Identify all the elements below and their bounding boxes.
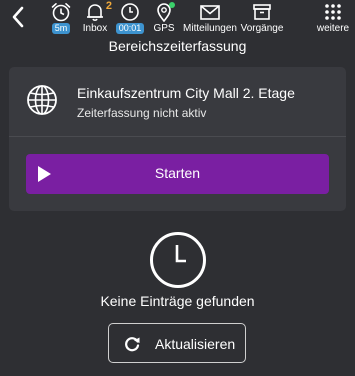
- location-name: Einkaufszentrum City Mall 2. Etage: [77, 85, 295, 101]
- location-card: Einkaufszentrum City Mall 2. Etage Zeite…: [9, 67, 346, 211]
- refresh-button[interactable]: Aktualisieren: [108, 323, 246, 363]
- globe-icon: [26, 84, 58, 116]
- empty-clock-icon: [148, 230, 208, 290]
- alarm-clock-icon: [50, 2, 72, 22]
- archive-box-icon: [251, 2, 273, 22]
- refresh-icon: [123, 335, 141, 353]
- inbox-badge: 2: [105, 0, 112, 12]
- processes-button[interactable]: Vorgänge: [240, 2, 284, 36]
- map-pin-icon: [153, 2, 175, 23]
- start-button[interactable]: Starten: [26, 154, 329, 194]
- timer-pill: 5m: [51, 23, 71, 34]
- more-label: weitere: [316, 23, 350, 34]
- messages-button[interactable]: Mitteilungen: [183, 2, 237, 36]
- envelope-icon: [199, 2, 221, 22]
- gps-label: GPS: [153, 23, 175, 34]
- empty-state-message: Keine Einträge gefunden: [100, 293, 255, 309]
- card-divider: [9, 136, 346, 137]
- start-button-label: Starten: [154, 165, 201, 181]
- gps-button[interactable]: GPS: [153, 2, 175, 36]
- processes-label: Vorgänge: [240, 23, 284, 34]
- more-button[interactable]: weitere: [316, 2, 350, 36]
- chevron-left-icon: [12, 6, 24, 28]
- messages-label: Mitteilungen: [183, 23, 237, 34]
- inbox-label: Inbox: [82, 23, 108, 34]
- bell-icon: 2: [84, 0, 112, 22]
- page-title: Bereichszeiterfassung: [108, 38, 247, 54]
- refresh-button-label: Aktualisieren: [155, 336, 236, 352]
- clock-button[interactable]: 00:01: [115, 2, 145, 36]
- grid-dots-icon: [322, 2, 344, 22]
- clock-icon: [119, 2, 141, 22]
- clock-pill: 00:01: [115, 23, 145, 34]
- back-button[interactable]: [8, 4, 28, 30]
- timer-button[interactable]: 5m: [49, 2, 73, 36]
- top-toolbar: 5m 2 Inbox 00:01 GPS Mitteilungen Vorgän…: [0, 0, 355, 38]
- gps-status-dot: [169, 2, 175, 8]
- tracking-status: Zeiterfassung nicht aktiv: [77, 106, 207, 120]
- inbox-button[interactable]: 2 Inbox: [82, 0, 112, 36]
